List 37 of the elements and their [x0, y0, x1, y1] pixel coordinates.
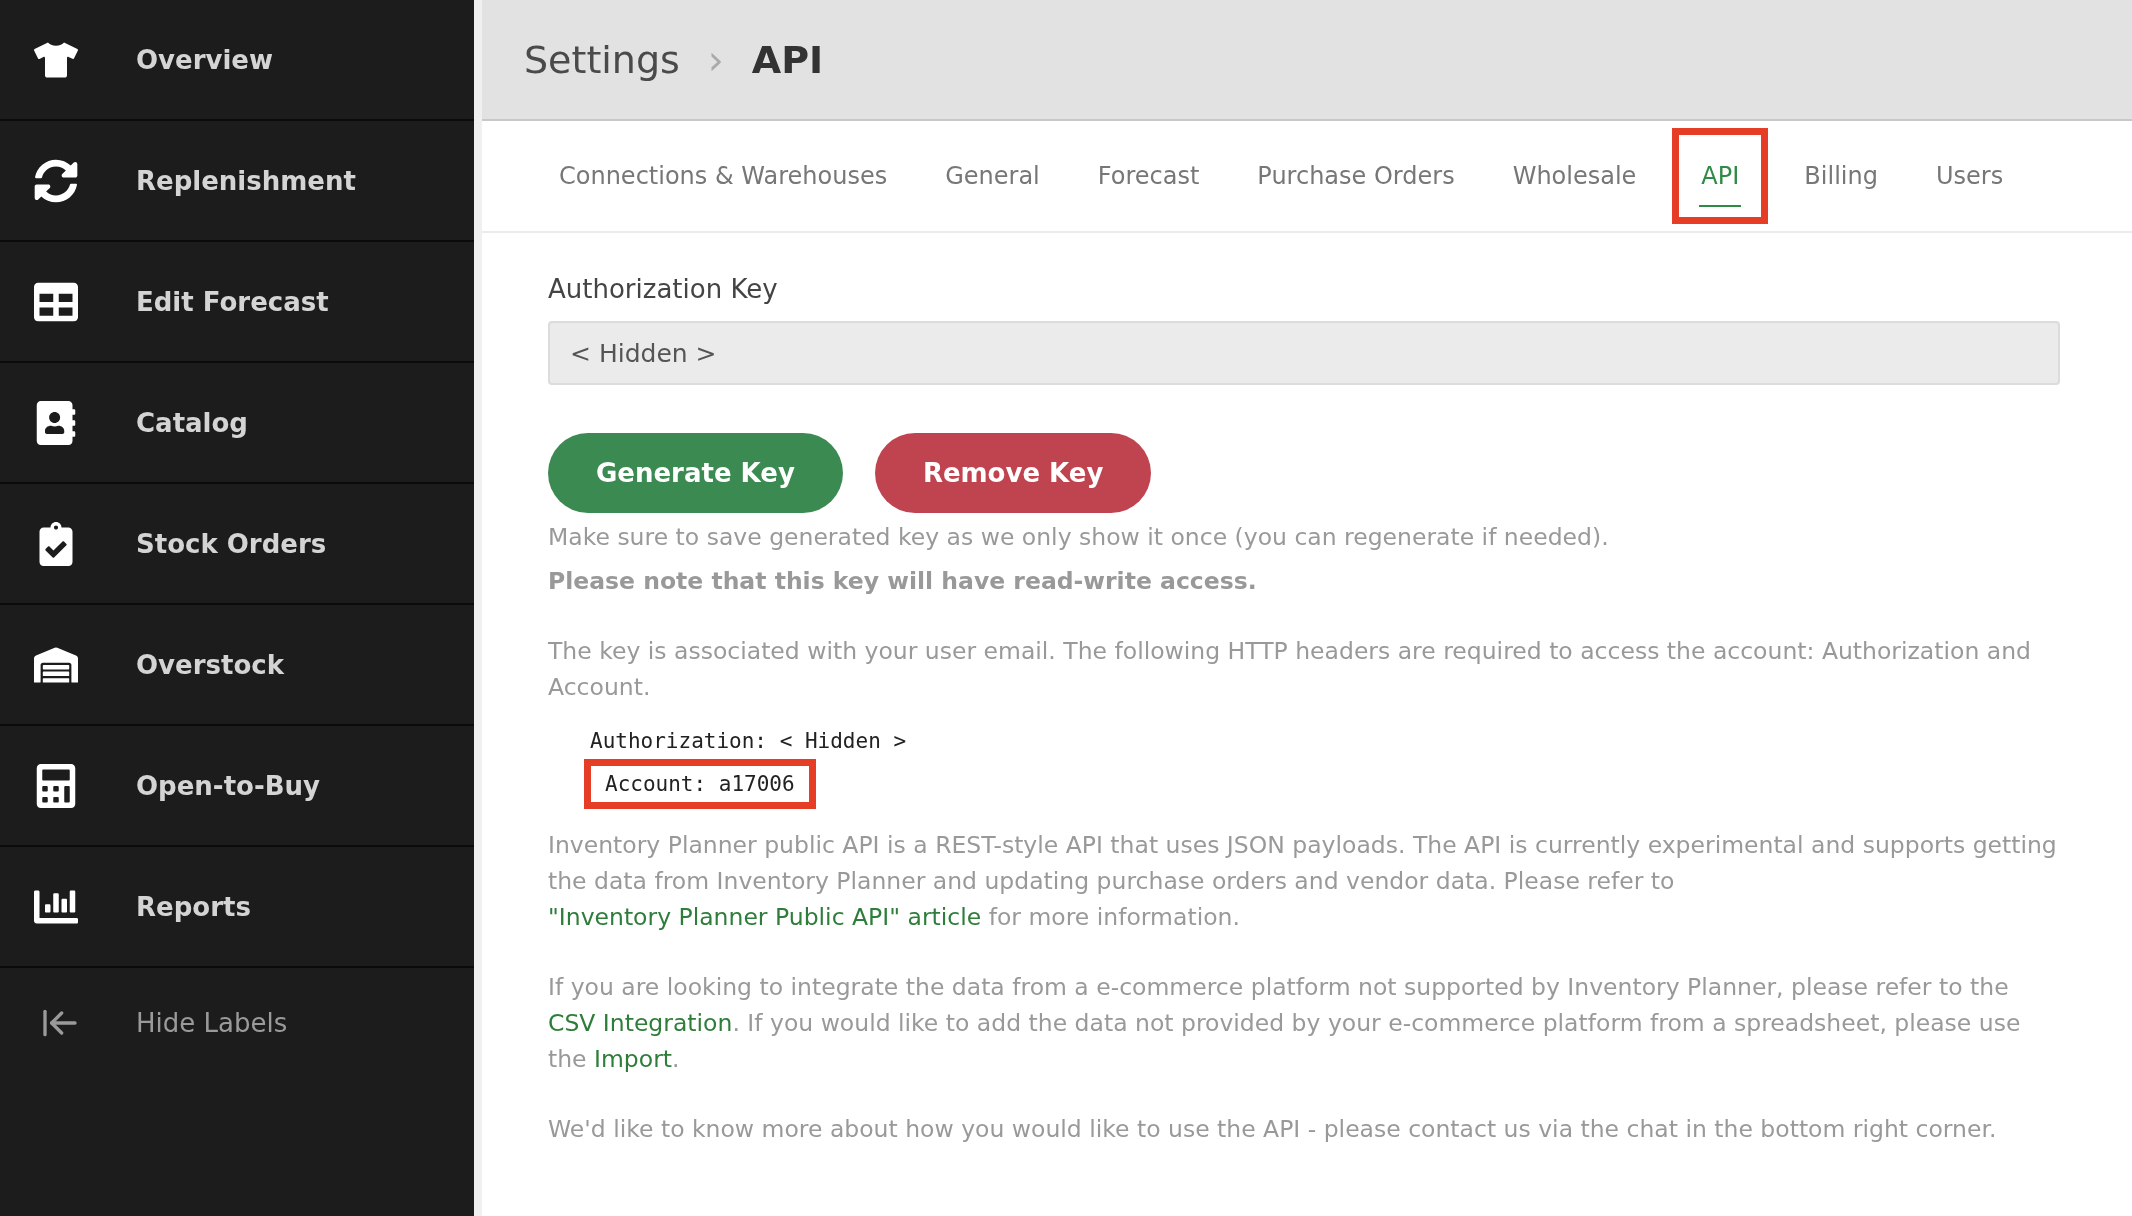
sidebar-item[interactable]: Overstock: [0, 605, 474, 726]
hide-labels-toggle[interactable]: Hide Labels: [0, 968, 474, 1078]
paragraph: The key is associated with your user email. The following HTTP headers are required to access the account: Authorization and Account.: [548, 636, 2032, 703]
link[interactable]: Import: [594, 1045, 673, 1073]
paragraph: If you are looking to integrate the data from a e-commerce platform not supported by Inventory Planner, please refer to the CSV Integration. If you would like to add the data not provided by your e-commerce platform from a spreadsheet, please use the Import.: [548, 972, 2022, 1075]
calculator-icon: [34, 763, 78, 808]
authorization-key-field[interactable]: < Hidden >: [548, 321, 2060, 385]
settings-tab[interactable]: Users: [1906, 121, 2033, 231]
generate-key-button[interactable]: Generate Key: [548, 433, 843, 513]
link[interactable]: CSV Integration: [548, 1009, 733, 1037]
paragraph: Inventory Planner public API is a REST-style API that uses JSON payloads. The API is currently experimental and supports getting the data from Inventory Planner and updating purchase orders and vendor data. Please refer to "Inventory Planner Public API" article for more information.: [548, 830, 2058, 933]
paragraph: We'd like to know more about how you would like to use the API - please contact us via the chat in the bottom right corner.: [548, 1114, 1998, 1145]
settings-tab[interactable]: Wholesale: [1483, 121, 1666, 231]
code-line: Authorization: < Hidden >: [589, 728, 908, 755]
settings-tab[interactable]: Billing: [1775, 121, 1907, 231]
sidebar-item[interactable]: Stock Orders: [0, 484, 474, 605]
field-label: Authorization Key: [548, 273, 779, 306]
sidebar-item[interactable]: Replenishment: [0, 121, 474, 242]
sidebar-item[interactable]: Catalog: [0, 363, 474, 484]
sidebar-item[interactable]: Edit Forecast: [0, 242, 474, 363]
settings-tab[interactable]: Connections & Warehouses: [530, 121, 917, 231]
settings-tab[interactable]: Forecast: [1068, 121, 1229, 231]
remove-key-button[interactable]: Remove Key: [874, 433, 1152, 513]
hint-text: Make sure to save generated key as we only show it once (you can regenerate if needed).: [548, 522, 1610, 553]
contact-book-icon: [34, 400, 78, 445]
settings-tab[interactable]: General: [916, 121, 1069, 231]
refresh-icon: [34, 158, 78, 203]
breadcrumb-item[interactable]: Settings: [524, 37, 680, 82]
settings-tab[interactable]: API: [1665, 121, 1776, 231]
breadcrumb-separator: ›: [707, 36, 724, 83]
sidebar-item[interactable]: Reports: [0, 847, 474, 968]
sidebar-item[interactable]: Open-to-Buy: [0, 726, 474, 847]
warning-text: Please note that this key will have read-write access.: [548, 566, 1258, 597]
link[interactable]: "Inventory Planner Public API" article: [548, 903, 982, 931]
settings-tab[interactable]: Purchase Orders: [1228, 121, 1484, 231]
sidebar-item[interactable]: Overview: [0, 0, 474, 121]
breadcrumb-item: API: [751, 37, 824, 82]
